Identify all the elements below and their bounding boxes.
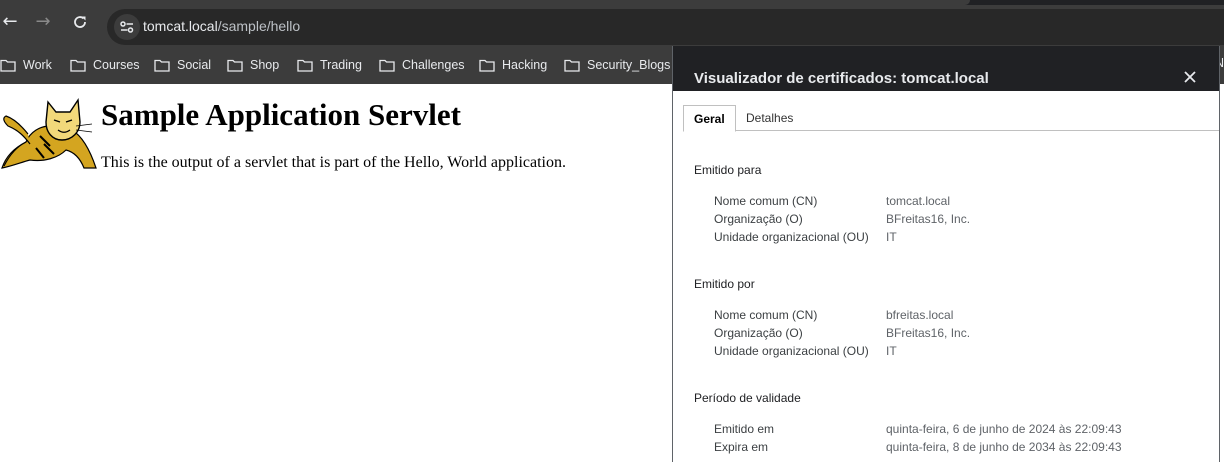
bookmark-label: Work <box>23 58 52 72</box>
folder-icon <box>70 59 86 72</box>
field-value: BFreitas16, Inc. <box>886 326 971 340</box>
url-text: tomcat.local/sample/hello <box>143 18 300 34</box>
section-validity-heading: Período de validade <box>694 391 801 405</box>
bookmark-label: Hacking <box>502 58 548 72</box>
address-bar[interactable]: tomcat.local/sample/hello <box>107 9 1224 45</box>
bookmark-social[interactable]: Social <box>154 56 211 74</box>
bookmark-trading[interactable]: Trading <box>297 56 362 74</box>
field-label: Expira em <box>714 440 769 454</box>
site-info-icon[interactable] <box>114 14 140 40</box>
certificate-viewer-dialog: Visualizador de certificados: tomcat.loc… <box>672 46 1220 462</box>
bookmark-label: Security_Blogs <box>587 58 671 72</box>
folder-icon <box>297 59 313 72</box>
field-label: Organização (O) <box>714 212 803 226</box>
page-title: Sample Application Servlet <box>101 97 461 132</box>
field-value: BFreitas16, Inc. <box>886 212 971 226</box>
bookmark-label: Courses <box>93 58 140 72</box>
bookmark-work[interactable]: Work <box>0 56 52 74</box>
bookmark-hacking[interactable]: Hacking <box>479 56 547 74</box>
bookmark-challenges[interactable]: Challenges <box>379 56 465 74</box>
bookmark-label: Social <box>177 58 212 72</box>
field-label: Organização (O) <box>714 326 803 340</box>
folder-icon <box>154 59 170 72</box>
folder-icon <box>379 59 395 72</box>
bookmark-label: Trading <box>320 58 362 72</box>
tab-strip-edge <box>0 0 1224 5</box>
dialog-title: Visualizador de certificados: tomcat.loc… <box>694 70 989 87</box>
forward-arrow-icon[interactable]: → <box>33 12 53 32</box>
url-host: tomcat.local <box>143 18 218 34</box>
back-arrow-icon[interactable]: ← <box>0 12 20 32</box>
browser-toolbar: ← → tomcat.local/sample/hello <box>0 0 1224 46</box>
field-label: Unidade organizacional (OU) <box>714 230 869 244</box>
bookmark-courses[interactable]: Courses <box>70 56 140 74</box>
field-value: quinta-feira, 8 de junho de 2034 às 22:0… <box>886 440 1122 454</box>
tab-geral[interactable]: Geral <box>683 105 736 132</box>
field-label: Nome comum (CN) <box>714 308 818 322</box>
section-issued-to-heading: Emitido para <box>694 163 762 177</box>
page-text: This is the output of a servlet that is … <box>101 154 566 171</box>
field-value: quinta-feira, 6 de junho de 2024 às 22:0… <box>886 422 1122 436</box>
bookmark-shop[interactable]: Shop <box>227 56 279 74</box>
dialog-tabs: Geral Detalhes <box>683 105 1219 132</box>
field-label: Unidade organizacional (OU) <box>714 344 869 358</box>
folder-icon <box>227 59 243 72</box>
tab-detalhes[interactable]: Detalhes <box>736 105 803 131</box>
field-value: bfreitas.local <box>886 308 954 322</box>
folder-icon <box>479 59 495 72</box>
bookmark-security-blogs[interactable]: Security_Blogs <box>564 56 670 74</box>
field-value: IT <box>886 230 897 244</box>
bookmark-label: Challenges <box>402 58 465 72</box>
url-path: /sample/hello <box>217 18 301 34</box>
field-value: IT <box>886 344 897 358</box>
folder-icon <box>564 59 580 72</box>
reload-icon[interactable] <box>70 12 90 32</box>
field-label: Nome comum (CN) <box>714 194 818 208</box>
field-value: tomcat.local <box>886 194 951 208</box>
dialog-header: Visualizador de certificados: tomcat.loc… <box>673 46 1219 91</box>
section-issued-by-heading: Emitido por <box>694 277 755 291</box>
folder-icon <box>0 59 16 72</box>
field-label: Emitido em <box>714 422 775 436</box>
bookmark-label: Shop <box>250 58 280 72</box>
tomcat-logo-icon <box>0 96 98 175</box>
close-icon[interactable] <box>1181 68 1199 86</box>
